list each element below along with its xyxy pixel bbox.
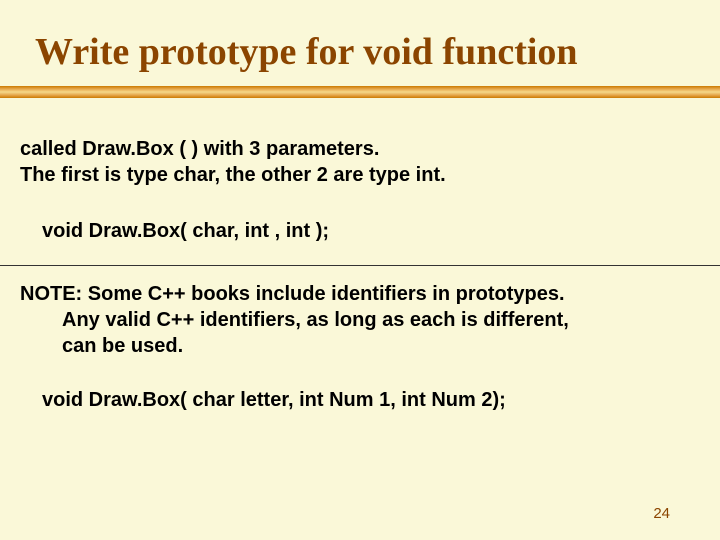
note-line3: can be used. — [20, 333, 700, 359]
prototype-code-2: void Draw.Box( char letter, int Num 1, i… — [0, 389, 720, 412]
horizontal-divider — [0, 265, 720, 266]
note-paragraph: NOTE: Some C++ books include identifiers… — [0, 281, 720, 359]
page-number: 24 — [653, 505, 670, 522]
intro-line2: The first is type char, the other 2 are … — [20, 164, 446, 186]
intro-line1: called Draw.Box ( ) with 3 parameters. — [20, 138, 379, 160]
note-line2: Any valid C++ identifiers, as long as ea… — [20, 307, 700, 333]
slide-title: Write prototype for void function — [0, 0, 720, 86]
intro-paragraph: called Draw.Box ( ) with 3 parameters. T… — [0, 136, 720, 188]
prototype-code-1: void Draw.Box( char, int , int ); — [0, 220, 720, 243]
note-line1: NOTE: Some C++ books include identifiers… — [20, 283, 565, 305]
title-underline — [0, 86, 720, 98]
